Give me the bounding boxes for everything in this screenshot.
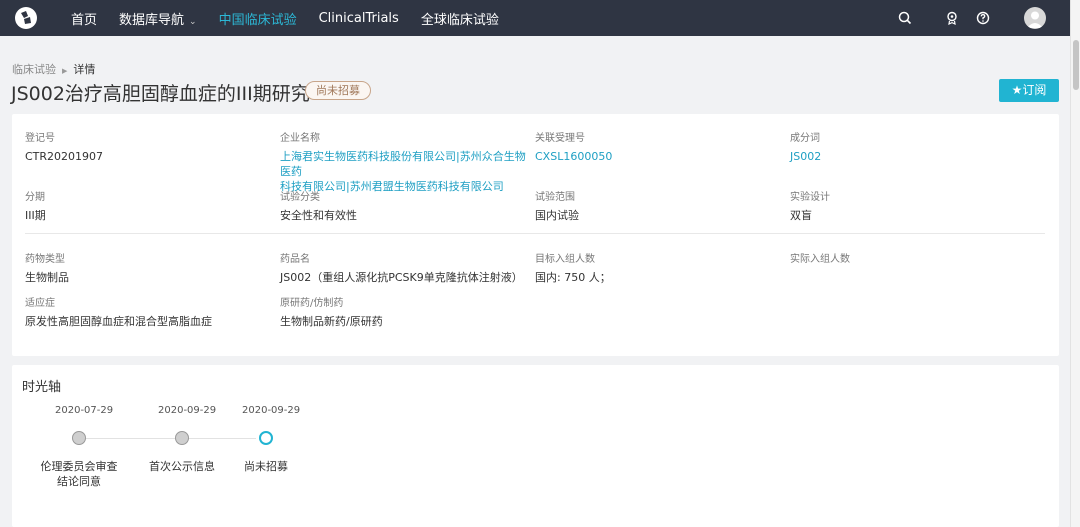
field-value: CTR20201907 (25, 150, 104, 163)
vertical-scrollbar[interactable] (1070, 0, 1080, 527)
details-card: 登记号 CTR20201907 企业名称 上海君实生物医药科技股份有限公司|苏州… (12, 114, 1059, 356)
field-value: III期 (25, 209, 46, 222)
subscribe-button[interactable]: ★订阅 (999, 79, 1059, 102)
nav-database[interactable]: 数据库导航 ⌄ (119, 9, 197, 28)
breadcrumb: 临床试验 ▶ 详情 (12, 61, 95, 77)
ingredient-link[interactable]: JS002 (790, 149, 821, 164)
field-label: 试验分类 (280, 192, 320, 203)
search-icon[interactable] (897, 10, 913, 26)
timeline-label-line-1: 伦理委员会审查 (40, 460, 118, 473)
status-badge: 尚未招募 (305, 81, 371, 100)
timeline-date: 2020-09-29 (158, 405, 217, 416)
field-label: 实际入组人数 (790, 254, 850, 265)
nav-global-trials[interactable]: 全球临床试验 (421, 9, 499, 28)
field-value: 生物制品 (25, 271, 69, 284)
field-actual-enroll: 实际入组人数 (790, 253, 850, 267)
logo-icon[interactable] (15, 7, 37, 29)
top-navbar: 首页 数据库导航 ⌄ 中国临床试验 ClinicalTrials 全球临床试验 (0, 0, 1070, 36)
scrollbar-thumb[interactable] (1073, 40, 1079, 90)
field-ingredient: 成分词 JS002 (790, 132, 821, 164)
field-trial-category: 试验分类 安全性和有效性 (280, 191, 357, 223)
field-label: 企业名称 (280, 133, 320, 144)
field-label: 适应症 (25, 298, 55, 309)
field-value: 国内试验 (535, 209, 579, 222)
field-label: 实验设计 (790, 192, 830, 203)
field-drug-name: 药品名 JS002（重组人源化抗PCSK9单克隆抗体注射液） (280, 253, 530, 285)
timeline-dot (175, 431, 189, 445)
field-label: 关联受理号 (535, 133, 585, 144)
field-value: 双盲 (790, 209, 812, 222)
field-scope: 试验范围 国内试验 (535, 191, 579, 223)
field-target-enroll: 目标入组人数 国内: 750 人； (535, 253, 611, 285)
timeline-line (86, 438, 256, 439)
field-company: 企业名称 上海君实生物医药科技股份有限公司|苏州众合生物医药 科技有限公司|苏州… (280, 132, 530, 194)
field-value: 原发性高胆固醇血症和混合型高脂血症 (25, 315, 212, 328)
field-label: 目标入组人数 (535, 254, 595, 265)
nav-china-trials[interactable]: 中国临床试验 (219, 9, 297, 28)
breadcrumb-current: 详情 (73, 63, 96, 76)
timeline-label-line-2: 结论同意 (57, 475, 101, 488)
field-label: 分期 (25, 192, 45, 203)
field-label: 试验范围 (535, 192, 575, 203)
help-icon[interactable] (975, 10, 991, 26)
timeline-label: 伦理委员会审查 结论同意 (29, 459, 129, 489)
timeline-date: 2020-09-29 (242, 405, 301, 416)
field-label: 药品名 (280, 254, 310, 265)
timeline-label: 尚未招募 (244, 460, 288, 473)
divider (25, 233, 1045, 234)
trophy-icon[interactable] (944, 10, 960, 26)
chevron-down-icon: ⌄ (189, 16, 197, 27)
field-value: 国内: 750 人； (535, 271, 611, 284)
user-avatar[interactable] (1024, 7, 1046, 29)
field-related: 关联受理号 CXSL1600050 (535, 132, 612, 164)
field-label: 原研药/仿制药 (280, 298, 344, 309)
field-label: 成分词 (790, 133, 820, 144)
field-drug-type: 药物类型 生物制品 (25, 253, 69, 285)
timeline-dot (72, 431, 86, 445)
field-value: JS002（重组人源化抗PCSK9单克隆抗体注射液） (280, 271, 523, 284)
field-label: 药物类型 (25, 254, 65, 265)
timeline-card: 时光轴 2020-07-29 伦理委员会审查 结论同意 2020-09-29 首… (12, 365, 1059, 527)
related-link[interactable]: CXSL1600050 (535, 149, 612, 164)
breadcrumb-parent[interactable]: 临床试验 (12, 63, 56, 76)
nav-database-label: 数据库导航 (119, 12, 185, 28)
field-origin: 原研药/仿制药 生物制品新药/原研药 (280, 297, 383, 329)
field-label: 登记号 (25, 133, 55, 144)
nav-home[interactable]: 首页 (71, 9, 97, 28)
field-indication: 适应症 原发性高胆固醇血症和混合型高脂血症 (25, 297, 212, 329)
field-reg-no: 登记号 CTR20201907 (25, 132, 103, 164)
timeline-title: 时光轴 (22, 380, 62, 395)
field-design: 实验设计 双盲 (790, 191, 830, 223)
main-nav: 首页 数据库导航 ⌄ 中国临床试验 ClinicalTrials 全球临床试验 (71, 0, 521, 36)
nav-clinicaltrials[interactable]: ClinicalTrials (319, 11, 399, 26)
company-line-1[interactable]: 上海君实生物医药科技股份有限公司|苏州众合生物医药 (280, 149, 530, 179)
page-title: JS002治疗高胆固醇血症的III期研究 (11, 83, 310, 105)
field-phase: 分期 III期 (25, 191, 46, 223)
breadcrumb-separator-icon: ▶ (62, 67, 68, 75)
company-link[interactable]: 上海君实生物医药科技股份有限公司|苏州众合生物医药 科技有限公司|苏州君盟生物医… (280, 149, 530, 194)
field-value: 安全性和有效性 (280, 209, 357, 222)
timeline-date: 2020-07-29 (55, 405, 114, 416)
timeline-dot-current (259, 431, 273, 445)
field-value: 生物制品新药/原研药 (280, 315, 383, 328)
